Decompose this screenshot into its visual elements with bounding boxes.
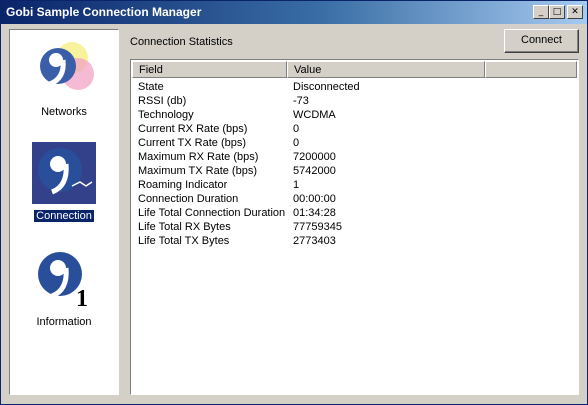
title-bar[interactable]: Gobi Sample Connection Manager _ □ ✕ (1, 1, 587, 24)
value-cell: WCDMA (293, 109, 336, 121)
close-button[interactable]: ✕ (567, 5, 583, 19)
list-header: Field Value (132, 61, 577, 78)
table-row[interactable]: Life Total Connection Duration 01:34:28 (132, 206, 577, 220)
table-row[interactable]: Connection Duration 00:00:00 (132, 192, 577, 206)
table-row[interactable]: Roaming Indicator 1 (132, 178, 577, 192)
list-rows: State Disconnected RSSI (db) -73 Technolog… (132, 80, 577, 248)
column-header-field[interactable]: Field (132, 61, 287, 78)
field-cell: Maximum RX Rate (bps) (138, 151, 259, 163)
information-icon-digit: 1 (76, 286, 88, 310)
column-header-empty[interactable] (485, 61, 577, 78)
information-icon: 1 (38, 252, 88, 310)
value-cell: Disconnected (293, 81, 360, 93)
table-row[interactable]: State Disconnected (132, 80, 577, 94)
field-cell: State (138, 81, 164, 93)
field-cell: Current TX Rate (bps) (138, 137, 247, 149)
field-cell: Life Total RX Bytes (138, 221, 231, 233)
statistics-list[interactable]: Field Value State Disconnected RSSI (db) -… (130, 59, 579, 395)
table-row[interactable]: Current TX Rate (bps) 0 (132, 136, 577, 150)
field-cell: Roaming Indicator (138, 179, 228, 191)
table-row[interactable]: Technology WCDMA (132, 108, 577, 122)
value-cell: 00:00:00 (293, 193, 336, 205)
sidebar-item-label: Networks (41, 106, 87, 118)
sidebar-item-label: Connection (33, 209, 95, 223)
field-cell: RSSI (db) (138, 95, 187, 107)
table-row[interactable]: Maximum TX Rate (bps) 5742000 (132, 164, 577, 178)
connection-icon (32, 142, 96, 204)
value-cell: 2773403 (293, 235, 336, 247)
table-row[interactable]: Current RX Rate (bps) 0 (132, 122, 577, 136)
value-cell: 5742000 (293, 165, 336, 177)
minimize-button[interactable]: _ (533, 5, 549, 19)
connect-button[interactable]: Connect (504, 29, 579, 53)
value-cell: 1 (293, 179, 300, 191)
sidebar-item-networks[interactable]: Networks (10, 38, 118, 118)
value-cell: 01:34:28 (293, 207, 336, 219)
value-cell: 7200000 (293, 151, 336, 163)
value-cell: 0 (293, 123, 300, 135)
table-row[interactable]: Life Total TX Bytes 2773403 (132, 234, 577, 248)
value-cell: 0 (293, 137, 300, 149)
app-window: Gobi Sample Connection Manager _ □ ✕ Net… (0, 0, 588, 405)
column-header-value[interactable]: Value (287, 61, 485, 78)
sidebar-item-label: Information (36, 316, 92, 328)
sidebar: Networks Connection 1 Information (9, 29, 119, 395)
table-row[interactable]: Life Total RX Bytes 77759345 (132, 220, 577, 234)
table-row[interactable]: RSSI (db) -73 (132, 94, 577, 108)
networks-icon (40, 42, 94, 90)
field-cell: Technology (138, 109, 194, 121)
value-cell: 77759345 (293, 221, 342, 233)
field-cell: Current RX Rate (bps) (138, 123, 248, 135)
section-title: Connection Statistics (130, 36, 233, 48)
field-cell: Maximum TX Rate (bps) (138, 165, 257, 177)
sidebar-item-information[interactable]: 1 Information (10, 248, 118, 328)
field-cell: Life Total Connection Duration (138, 207, 286, 219)
window-title: Gobi Sample Connection Manager (6, 5, 202, 19)
value-cell: -73 (293, 95, 309, 107)
field-cell: Connection Duration (138, 193, 239, 205)
maximize-button[interactable]: □ (549, 5, 565, 19)
field-cell: Life Total TX Bytes (138, 235, 230, 247)
table-row[interactable]: Maximum RX Rate (bps) 7200000 (132, 150, 577, 164)
sidebar-item-connection[interactable]: Connection (10, 142, 118, 223)
